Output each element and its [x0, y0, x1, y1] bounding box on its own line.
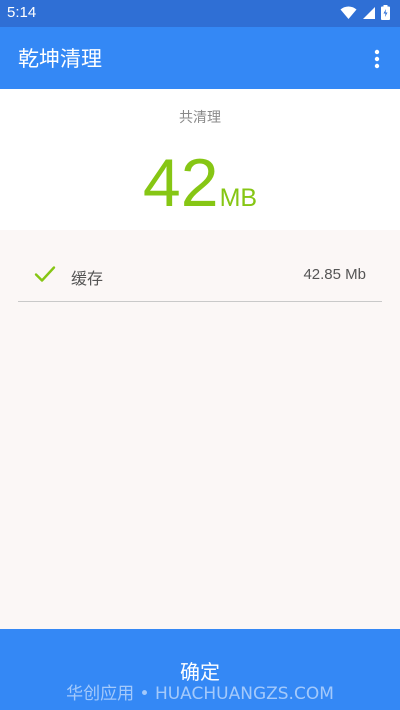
battery-icon [381, 5, 390, 24]
item-size: 42.85 Mb [303, 266, 366, 283]
status-icons [340, 5, 390, 24]
confirm-button[interactable]: 确定 华创应用 • HUACHUANGZS.COM [0, 629, 400, 710]
status-time: 5:14 [7, 4, 37, 21]
cleanup-summary: 共清理 42MB [0, 89, 400, 230]
check-icon [34, 266, 56, 282]
item-label: 缓存 [71, 269, 104, 288]
watermark: 华创应用 • HUACHUANGZS.COM [66, 684, 334, 704]
summary-label: 共清理 [179, 110, 221, 126]
status-bar: 5:14 [0, 0, 400, 27]
wifi-icon [340, 5, 357, 24]
list-item-cache[interactable]: 缓存 42.85 Mb [18, 246, 382, 302]
app-title: 乾坤清理 [18, 47, 102, 71]
summary-number: 42 [142, 145, 219, 221]
summary-amount: 42MB [0, 149, 400, 217]
more-vert-icon [374, 49, 380, 69]
summary-unit: MB [219, 184, 258, 212]
app-bar: 乾坤清理 [0, 27, 400, 89]
more-options-button[interactable] [362, 44, 392, 74]
cell-signal-icon [362, 5, 376, 24]
